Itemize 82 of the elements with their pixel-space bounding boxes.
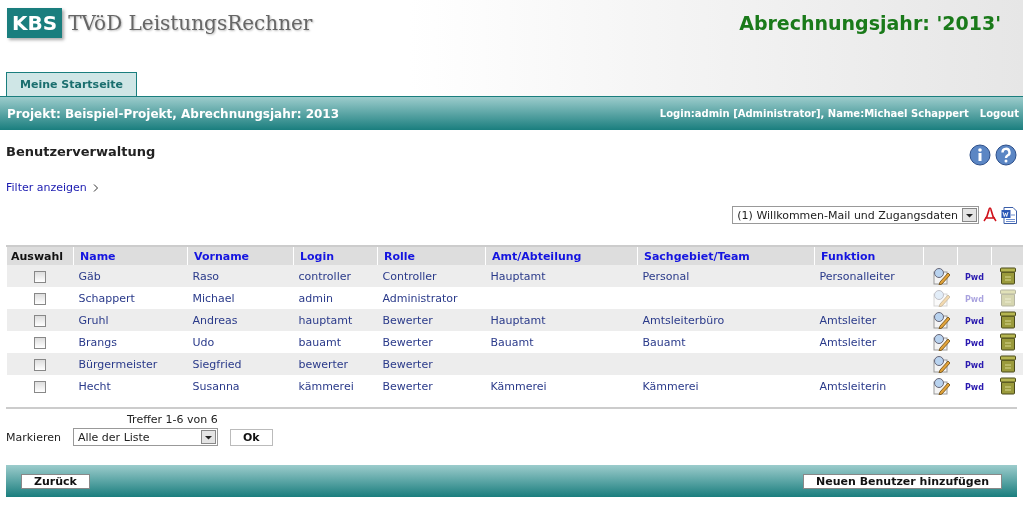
name-link[interactable]: Gruhl bbox=[78, 313, 109, 327]
table-cell: Bewerter bbox=[382, 357, 433, 371]
table-cell: Bewerter bbox=[382, 379, 433, 393]
trash-icon[interactable] bbox=[1000, 333, 1017, 351]
table-cell: Bewerter bbox=[382, 335, 433, 349]
hits-count: Treffer 1-6 von 6 bbox=[127, 413, 218, 426]
checkbox[interactable] bbox=[34, 292, 46, 305]
table-cell: Amtsleiter bbox=[819, 335, 877, 349]
table-cell: kämmerei bbox=[298, 379, 354, 393]
add-user-button[interactable]: Neuen Benutzer hinzufügen bbox=[803, 473, 1002, 489]
pdf-icon[interactable] bbox=[983, 207, 997, 223]
name-link[interactable]: Schappert bbox=[78, 291, 135, 305]
table-cell: Hauptamt bbox=[490, 313, 546, 327]
back-button[interactable]: Zurück bbox=[21, 473, 90, 489]
table-cell: bewerter bbox=[298, 357, 349, 371]
trash-icon[interactable] bbox=[1000, 355, 1017, 373]
column-header[interactable]: Sachgebiet/Team bbox=[637, 246, 815, 265]
edit-icon[interactable] bbox=[931, 355, 950, 373]
mark-select[interactable]: Alle der Liste bbox=[72, 428, 218, 446]
table-cell: controller bbox=[298, 269, 351, 283]
table-cell: Andreas bbox=[192, 313, 238, 327]
trash-icon[interactable] bbox=[1000, 377, 1017, 395]
mark-label: Markieren bbox=[6, 430, 61, 444]
password-link[interactable]: Pwd bbox=[965, 338, 984, 348]
column-header[interactable]: Login bbox=[293, 246, 378, 265]
chevron-icon bbox=[92, 183, 99, 192]
info-icon[interactable] bbox=[969, 143, 991, 166]
trash-icon[interactable] bbox=[1000, 311, 1017, 329]
table-cell: Siegfried bbox=[192, 357, 242, 371]
table-cell: Kämmerei bbox=[490, 379, 547, 393]
column-header[interactable]: Name bbox=[73, 246, 188, 265]
table-cell: Raso bbox=[192, 269, 220, 283]
app-title: TVöD LeistungsRechner bbox=[68, 11, 313, 35]
table-cell: Bauamt bbox=[642, 335, 686, 349]
table-cell: admin bbox=[298, 291, 333, 305]
table-cell: Amtsleiter bbox=[819, 313, 877, 327]
page-title: Benutzerverwaltung bbox=[6, 144, 156, 159]
user-label: Login:admin [Administrator], Name:Michael Schappert bbox=[659, 108, 969, 119]
year-title: Abrechnungsjahr: '2013' bbox=[739, 12, 1001, 34]
edit-icon[interactable] bbox=[931, 311, 950, 329]
table-cell: Kämmerei bbox=[642, 379, 699, 393]
table-cell: Michael bbox=[192, 291, 235, 305]
tab[interactable]: Meine Startseite bbox=[6, 72, 138, 96]
checkbox[interactable] bbox=[34, 380, 46, 393]
filter-link[interactable]: Filter anzeigen bbox=[6, 181, 87, 194]
table-cell: Susanna bbox=[192, 379, 240, 393]
table-cell: hauptamt bbox=[298, 313, 353, 327]
table-cell: Administrator bbox=[382, 291, 458, 305]
name-link[interactable]: Brangs bbox=[78, 335, 117, 349]
table-cell: Hauptamt bbox=[490, 269, 546, 283]
password-link[interactable]: Pwd bbox=[965, 382, 984, 392]
column-header[interactable]: Vorname bbox=[187, 246, 294, 265]
name-link[interactable]: Gäb bbox=[78, 269, 101, 283]
table-cell: Amtsleiterin bbox=[819, 379, 887, 393]
table-cell: bauamt bbox=[298, 335, 341, 349]
table-cell: Udo bbox=[192, 335, 215, 349]
table-cell: Bauamt bbox=[490, 335, 534, 349]
table-cell: Personal bbox=[642, 269, 690, 283]
edit-icon[interactable] bbox=[931, 267, 950, 285]
column-header[interactable]: Rolle bbox=[377, 246, 486, 265]
column-header: Auswahl bbox=[6, 246, 74, 265]
column-header[interactable]: Funktion bbox=[814, 246, 924, 265]
checkbox[interactable] bbox=[34, 358, 46, 371]
table-cell: Personalleiter bbox=[819, 269, 895, 283]
export-select[interactable]: (1) Willkommen-Mail und Zugangsdaten bbox=[732, 206, 979, 224]
checkbox[interactable] bbox=[34, 336, 46, 349]
checkbox[interactable] bbox=[34, 314, 46, 327]
name-link[interactable]: Hecht bbox=[78, 379, 111, 393]
word-document-icon[interactable] bbox=[1001, 206, 1017, 224]
trash-icon bbox=[1000, 289, 1017, 307]
table-cell: Bewerter bbox=[382, 313, 433, 327]
table-cell: Amtsleiterbüro bbox=[642, 313, 725, 327]
help-icon[interactable] bbox=[995, 143, 1017, 166]
logo: KBS bbox=[7, 8, 63, 38]
edit-icon[interactable] bbox=[931, 333, 950, 351]
ok-button[interactable]: Ok bbox=[229, 428, 273, 446]
trash-icon[interactable] bbox=[1000, 267, 1017, 285]
column-header[interactable]: Amt/Abteilung bbox=[485, 246, 638, 265]
edit-icon[interactable] bbox=[931, 377, 950, 395]
project-label: Projekt: Beispiel-Projekt, Abrechnungsjahr: 2013 bbox=[7, 106, 340, 121]
checkbox[interactable] bbox=[34, 270, 46, 283]
table-cell: Controller bbox=[382, 269, 437, 283]
